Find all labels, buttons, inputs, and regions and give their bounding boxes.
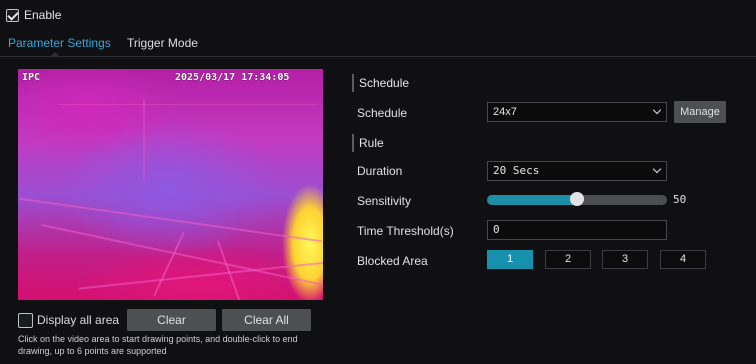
tab-bar: Parameter Settings Trigger Mode [0,34,756,57]
time-threshold-value: 0 [493,223,500,236]
tab-trigger-mode[interactable]: Trigger Mode [127,36,198,50]
clear-button[interactable]: Clear [127,309,216,331]
display-all-area-toggle[interactable]: Display all area [18,310,119,330]
manage-button[interactable]: Manage [674,101,726,123]
schedule-section-header: Schedule [352,73,409,93]
video-channel-label: IPC [22,72,41,83]
time-threshold-input[interactable]: 0 [487,220,667,240]
time-threshold-label: Time Threshold(s) [357,224,454,238]
enable-row[interactable]: Enable [6,6,61,24]
sensitivity-value: 50 [673,193,687,206]
duration-select[interactable]: 20 Secs [487,161,667,181]
tab-parameter-settings[interactable]: Parameter Settings [8,36,111,50]
schedule-label: Schedule [357,106,408,120]
blocked-area-button-4[interactable]: 4 [660,250,706,269]
active-tab-indicator [50,52,60,57]
section-divider [352,74,354,92]
clear-all-button[interactable]: Clear All [222,309,311,331]
sensitivity-slider-handle[interactable] [570,192,584,206]
display-all-area-label: Display all area [37,313,120,327]
section-divider [352,134,354,152]
blocked-area-button-3[interactable]: 3 [602,250,648,269]
blocked-area-button-1[interactable]: 1 [487,250,533,269]
display-all-area-checkbox[interactable] [18,312,33,328]
video-timestamp: 2025/03/17 17:34:05 [175,72,290,83]
chevron-down-icon [652,164,662,174]
enable-checkbox[interactable] [6,8,19,22]
rule-section-title: Rule [359,136,384,150]
duration-label: Duration [357,164,403,178]
rule-section-header: Rule [352,133,384,153]
sensitivity-label: Sensitivity [357,194,412,208]
schedule-select[interactable]: 24x7 [487,102,667,122]
drawing-hint: Click on the video area to start drawing… [18,334,298,356]
duration-select-value: 20 Secs [493,164,540,177]
blocked-area-button-2[interactable]: 2 [545,250,591,269]
blocked-area-label: Blocked Area [357,254,428,268]
sensitivity-slider-fill [487,195,577,205]
enable-label: Enable [24,8,62,22]
chevron-down-icon [652,105,662,115]
video-preview[interactable]: IPC 2025/03/17 17:34:05 [18,69,323,300]
schedule-select-value: 24x7 [493,106,517,118]
schedule-section-title: Schedule [359,76,410,90]
